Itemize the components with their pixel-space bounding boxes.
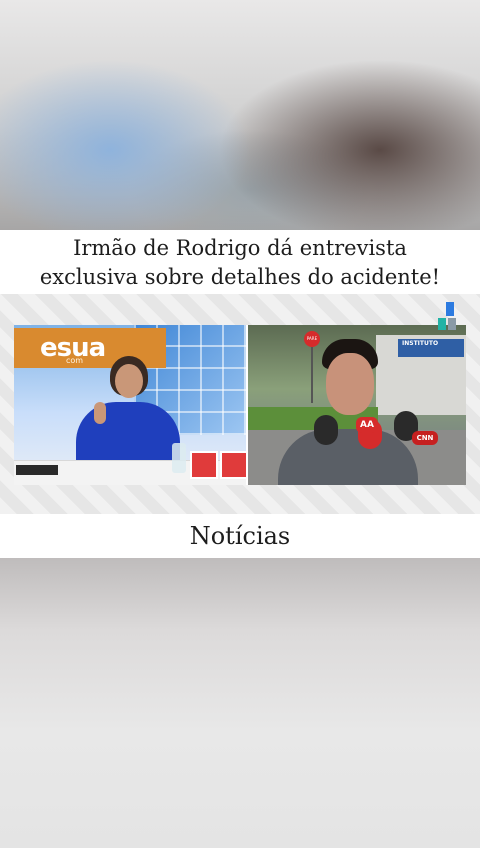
mic-label: CNN bbox=[412, 431, 438, 445]
water-bottle bbox=[172, 443, 186, 473]
interview-panel: INSTITUTO PARE AA CNN bbox=[248, 325, 466, 485]
red-mug bbox=[190, 451, 218, 479]
red-mug bbox=[220, 451, 246, 479]
blurred-background-bottom bbox=[0, 558, 480, 848]
channel-logo-icon bbox=[438, 302, 466, 332]
caption-banner: Notícias bbox=[0, 514, 480, 558]
blurred-background-top bbox=[0, 0, 480, 230]
microphone bbox=[314, 415, 338, 445]
caption-label: Notícias bbox=[189, 522, 291, 550]
headline-banner: Irmão de Rodrigo dá entrevista exclusiva… bbox=[0, 230, 480, 294]
interviewee-figure bbox=[278, 339, 418, 485]
presenter-figure bbox=[72, 350, 182, 468]
headline-line-1: Irmão de Rodrigo dá entrevista bbox=[73, 236, 407, 260]
mic-label: AA bbox=[356, 417, 378, 433]
studio-panel: esua com bbox=[14, 325, 248, 485]
laptop bbox=[16, 465, 58, 475]
video-frame[interactable]: esua com INSTITUTO PARE AA CNN bbox=[0, 294, 480, 514]
headline-line-2: exclusiva sobre detalhes do acidente! bbox=[39, 265, 441, 289]
